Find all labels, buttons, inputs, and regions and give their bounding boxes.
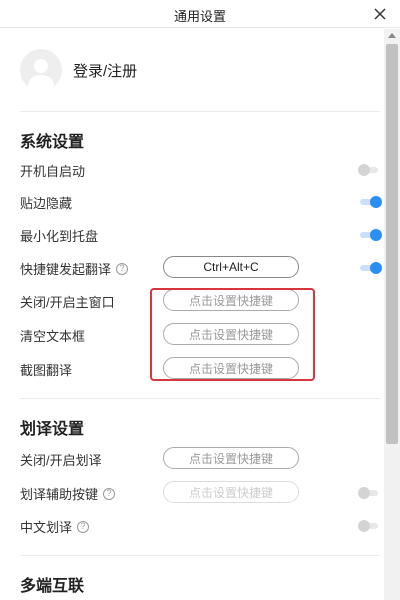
setting-label-selection-assist-key: 划译辅助按键 ? xyxy=(20,484,116,503)
scroll-up-arrow-icon[interactable] xyxy=(388,33,396,38)
setting-label-autostart: 开机自启动 xyxy=(20,164,86,179)
section-title-selection: 划译设置 xyxy=(20,421,85,438)
setting-label-toggle-main-window: 关闭/开启主窗口 xyxy=(20,295,115,310)
toggle-autostart[interactable] xyxy=(358,164,380,176)
help-icon[interactable]: ? xyxy=(77,520,90,533)
toggle-selection-assist-key[interactable] xyxy=(358,487,380,499)
hotkey-input-toggle-main-window[interactable]: 点击设置快捷键 xyxy=(163,289,299,311)
scrollbar-thumb[interactable] xyxy=(386,44,398,444)
window-title: 通用设置 xyxy=(173,9,226,24)
divider xyxy=(20,398,380,399)
setting-label-edge-hide: 贴边隐藏 xyxy=(20,196,73,211)
hotkey-input-clear-textbox[interactable]: 点击设置快捷键 xyxy=(163,323,299,345)
divider xyxy=(20,555,380,556)
hotkey-input-screenshot-translate[interactable]: 点击设置快捷键 xyxy=(163,357,299,379)
setting-row-toggle-main-window: 关闭/开启主窗口 点击设置快捷键 xyxy=(20,289,380,313)
toggle-edge-hide[interactable] xyxy=(360,196,382,208)
hotkey-input-toggle-selection[interactable]: 点击设置快捷键 xyxy=(163,447,299,469)
help-icon[interactable]: ? xyxy=(103,487,116,500)
title-bar: 通用设置 xyxy=(0,0,400,28)
setting-row-screenshot-translate: 截图翻译 点击设置快捷键 xyxy=(20,357,380,381)
divider xyxy=(20,111,380,112)
setting-label-screenshot-translate: 截图翻译 xyxy=(20,363,73,378)
hotkey-input-translate[interactable]: Ctrl+Alt+C xyxy=(163,256,299,278)
selection-assist-key-text: 划译辅助按键 xyxy=(20,487,99,502)
setting-row-chinese-selection: 中文划译 ? xyxy=(20,514,380,538)
setting-row-selection-assist-key: 划译辅助按键 ? 点击设置快捷键 xyxy=(20,481,380,505)
user-login[interactable]: 登录/注册 xyxy=(20,49,137,91)
section-title-system: 系统设置 xyxy=(20,134,85,151)
setting-row-toggle-selection: 关闭/开启划译 点击设置快捷键 xyxy=(20,447,380,471)
setting-label-hotkey-translate: 快捷键发起翻译 ? xyxy=(20,259,129,278)
scrollbar[interactable] xyxy=(384,29,400,600)
help-icon[interactable]: ? xyxy=(116,262,129,275)
setting-row-edge-hide: 贴边隐藏 xyxy=(20,190,382,214)
setting-label-clear-textbox: 清空文本框 xyxy=(20,329,86,344)
chinese-selection-text: 中文划译 xyxy=(20,520,73,535)
close-button[interactable] xyxy=(370,4,390,24)
avatar[interactable] xyxy=(20,49,62,91)
toggle-chinese-selection[interactable] xyxy=(358,520,380,532)
hotkey-input-selection-assist-key: 点击设置快捷键 xyxy=(163,481,299,503)
setting-label-minimize-to-tray: 最小化到托盘 xyxy=(20,229,99,244)
setting-label-chinese-selection: 中文划译 ? xyxy=(20,517,90,536)
setting-row-minimize-to-tray: 最小化到托盘 xyxy=(20,223,382,247)
setting-label-toggle-selection: 关闭/开启划译 xyxy=(20,453,102,468)
setting-row-autostart: 开机自启动 xyxy=(20,158,380,182)
login-register-link[interactable]: 登录/注册 xyxy=(73,60,137,81)
settings-content: 登录/注册 系统设置 开机自启动 贴边隐藏 最小化到托盘 快捷键发起翻译 ? C… xyxy=(0,29,400,600)
hotkey-translate-text: 快捷键发起翻译 xyxy=(20,262,112,277)
setting-row-hotkey-translate: 快捷键发起翻译 ? Ctrl+Alt+C xyxy=(20,256,382,280)
setting-row-clear-textbox: 清空文本框 点击设置快捷键 xyxy=(20,323,380,347)
toggle-hotkey-translate[interactable] xyxy=(360,262,382,274)
section-title-multi-device: 多端互联 xyxy=(20,578,85,595)
toggle-minimize-to-tray[interactable] xyxy=(360,229,382,241)
close-icon xyxy=(374,8,386,20)
